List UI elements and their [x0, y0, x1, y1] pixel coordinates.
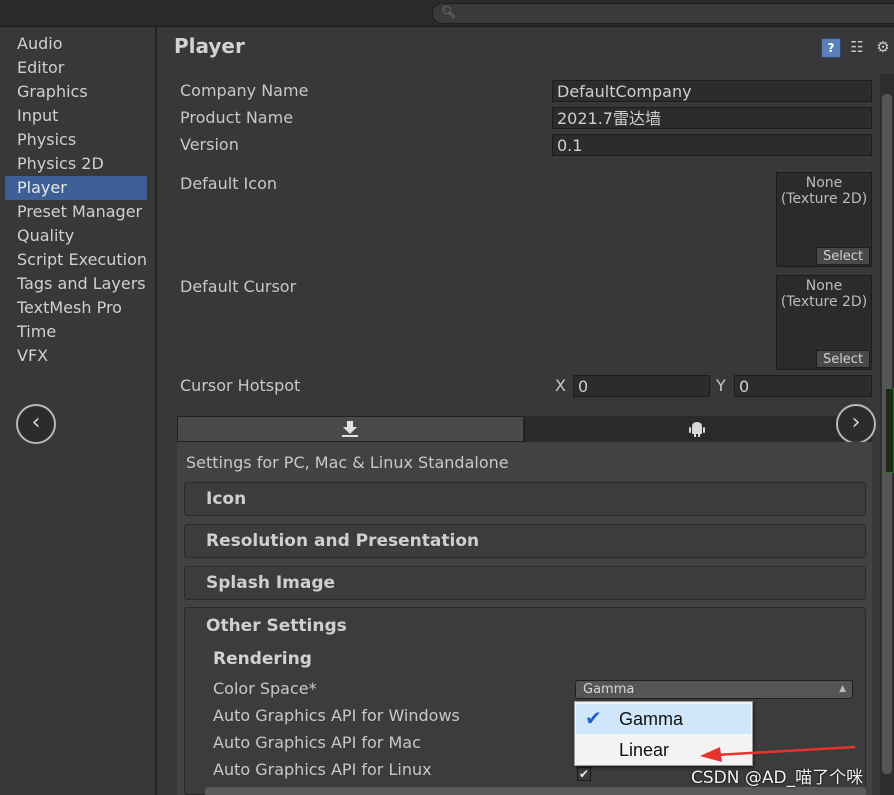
default-cursor-select-button[interactable]: Select — [816, 350, 870, 368]
sidebar-item-time[interactable]: Time — [5, 320, 147, 344]
splash-image-foldout[interactable]: Splash Image — [184, 566, 866, 600]
sidebar-item-quality[interactable]: Quality — [5, 224, 147, 248]
sidebar-item-textmesh-pro[interactable]: TextMesh Pro — [5, 296, 147, 320]
default-cursor-label: Default Cursor — [180, 277, 297, 296]
cursor-hotspot-label: Cursor Hotspot — [180, 376, 301, 395]
hotspot-y-label: Y — [716, 376, 726, 395]
checkmark-icon: ✔ — [585, 708, 602, 730]
resolution-foldout-title: Resolution and Presentation — [206, 531, 480, 551]
tab-standalone[interactable] — [177, 416, 524, 442]
gear-icon[interactable]: ⚙ — [872, 38, 894, 56]
chevron-right-icon: › — [851, 410, 861, 435]
rendering-heading: Rendering — [213, 649, 312, 669]
sidebar-item-audio[interactable]: Audio — [5, 32, 147, 56]
default-icon-label: Default Icon — [180, 174, 277, 193]
resolution-foldout[interactable]: Resolution and Presentation — [184, 524, 866, 558]
splash-image-foldout-title: Splash Image — [206, 573, 336, 593]
option-label: Gamma — [619, 709, 684, 729]
sidebar-item-preset-manager[interactable]: Preset Manager — [5, 200, 147, 224]
search-icon: 🔍︎ — [441, 5, 457, 19]
hotspot-x-label: X — [555, 376, 566, 395]
sidebar-item-input[interactable]: Input — [5, 104, 147, 128]
texture-none-text: None — [805, 175, 843, 191]
product-name-label: Product Name — [180, 108, 294, 127]
auto-graphics-windows-label: Auto Graphics API for Windows — [213, 706, 460, 725]
sidebar-item-vfx[interactable]: VFX — [5, 344, 147, 368]
android-icon — [689, 422, 705, 437]
dropdown-arrows-icon: ▲ — [839, 684, 846, 694]
sidebar-item-script-execution-order[interactable]: Script Execution Order — [5, 248, 147, 272]
page-title: Player — [174, 34, 245, 58]
icon-foldout-title: Icon — [206, 489, 247, 509]
default-icon-texture-field[interactable]: None (Texture 2D) Select — [776, 172, 872, 267]
texture-type-text: (Texture 2D) — [780, 191, 868, 207]
sidebar-item-editor[interactable]: Editor — [5, 56, 147, 80]
color-space-dropdown[interactable]: Gamma ▲ — [575, 680, 853, 699]
auto-graphics-linux-checkbox[interactable]: ✔ — [577, 767, 591, 781]
forward-nav-button[interactable]: › — [836, 404, 876, 444]
search-input[interactable]: 🔍︎ — [432, 3, 894, 24]
product-name-field[interactable]: 2021.7雷达墙 — [552, 107, 872, 129]
help-icon[interactable]: ? — [821, 38, 841, 58]
other-settings-title: Other Settings — [206, 616, 347, 636]
auto-graphics-mac-label: Auto Graphics API for Mac — [213, 733, 421, 752]
company-name-label: Company Name — [180, 81, 309, 100]
company-name-field[interactable]: DefaultCompany — [552, 80, 872, 102]
green-meter — [885, 388, 894, 473]
preset-icon[interactable]: ☷ — [848, 38, 866, 56]
default-icon-select-button[interactable]: Select — [816, 247, 870, 265]
sidebar-item-player[interactable]: Player — [5, 176, 147, 200]
default-cursor-texture-field[interactable]: None (Texture 2D) Select — [776, 275, 872, 370]
sidebar-item-physics-2d[interactable]: Physics 2D — [5, 152, 147, 176]
texture-type-text: (Texture 2D) — [780, 294, 868, 310]
texture-none-text: None — [805, 278, 843, 294]
version-label: Version — [180, 135, 239, 154]
color-space-option-gamma[interactable]: ✔ Gamma — [576, 704, 751, 734]
watermark: CSDN @AD_喵了个咪 — [691, 768, 864, 788]
color-space-label: Color Space* — [213, 679, 317, 698]
tab-android[interactable] — [525, 416, 872, 442]
option-label: Linear — [619, 740, 670, 760]
chevron-left-icon: ‹ — [31, 410, 41, 435]
icon-foldout[interactable]: Icon — [184, 482, 866, 516]
sidebar-item-graphics[interactable]: Graphics — [5, 80, 147, 104]
next-field-row — [205, 787, 866, 795]
version-field[interactable]: 0.1 — [552, 134, 872, 156]
sidebar-item-physics[interactable]: Physics — [5, 128, 147, 152]
hotspot-x-field[interactable]: 0 — [573, 375, 710, 397]
settings-for-label: Settings for PC, Mac & Linux Standalone — [186, 453, 509, 472]
hotspot-y-field[interactable]: 0 — [734, 375, 872, 397]
annotation-arrow — [700, 745, 856, 762]
sidebar-item-tags-and-layers[interactable]: Tags and Layers — [5, 272, 147, 296]
back-nav-button[interactable]: ‹ — [16, 404, 56, 444]
download-icon — [342, 421, 358, 437]
auto-graphics-linux-label: Auto Graphics API for Linux — [213, 760, 432, 779]
color-space-value: Gamma — [583, 682, 635, 697]
